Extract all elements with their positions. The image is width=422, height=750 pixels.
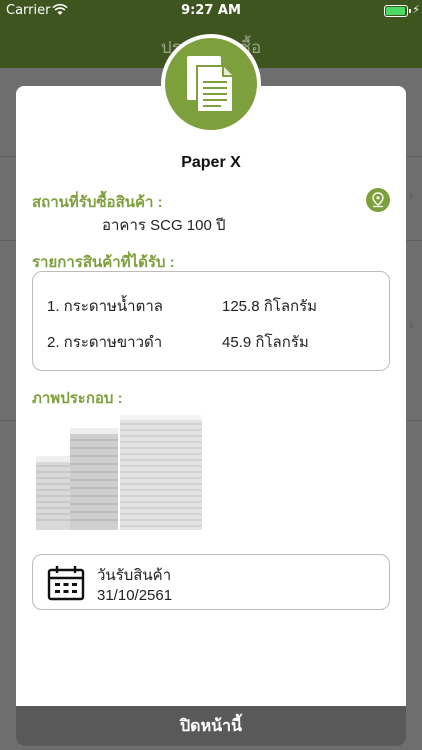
shop-name: Paper X	[181, 154, 241, 171]
charging-icon: ⚡	[412, 3, 420, 16]
bg-chevron-icon: ›	[408, 318, 414, 334]
items-list: 1. กระดาษน้ำตาล 125.8 กิโลกรัม 2. กระดาษ…	[32, 271, 390, 371]
item-quantity: 45.9 กิโลกรัม	[222, 334, 309, 351]
item-name: 1. กระดาษน้ำตาล	[47, 298, 163, 315]
bg-chevron-icon: ›	[408, 188, 414, 204]
location-label: สถานที่รับซื้อสินค้า :	[32, 194, 163, 211]
list-item: 1. กระดาษน้ำตาล 125.8 กิโลกรัม	[47, 294, 317, 318]
pickup-date-value: 31/10/2561	[97, 587, 173, 604]
calendar-icon	[47, 565, 85, 605]
battery-icon	[384, 5, 411, 17]
status-bar: Carrier 9:27 AM ⚡	[0, 0, 422, 22]
paper-stack-photo	[34, 414, 204, 532]
item-quantity: 125.8 กิโลกรัม	[222, 298, 318, 315]
map-pin-icon[interactable]	[366, 188, 390, 212]
status-time: 9:27 AM	[181, 3, 241, 18]
photo-label: ภาพประกอบ :	[32, 390, 123, 407]
location-value: อาคาร SCG 100 ปี	[102, 217, 226, 234]
document-icon	[161, 34, 261, 134]
item-name: 2. กระดาษขาวดำ	[47, 334, 163, 351]
pickup-date-card: วันรับสินค้า 31/10/2561	[32, 554, 390, 610]
list-item: 2. กระดาษขาวดำ 45.9 กิโลกรัม	[47, 330, 309, 354]
close-button[interactable]: ปิดหน้านี้	[16, 706, 406, 746]
pickup-date-label: วันรับสินค้า	[97, 567, 172, 584]
